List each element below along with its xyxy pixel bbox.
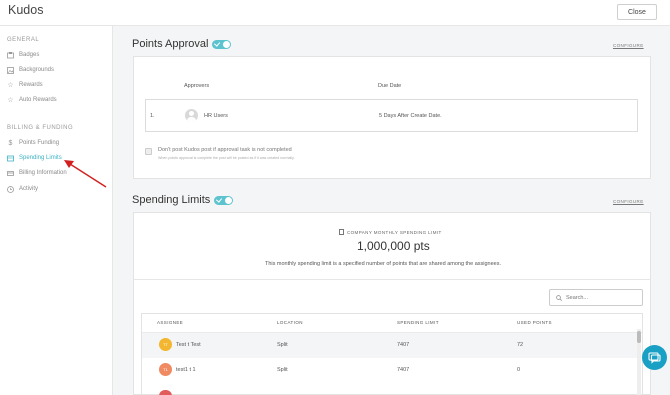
spending-limit-column-header[interactable]: SPENDING LIMIT: [397, 320, 439, 325]
spending-limits-header: Spending Limits: [132, 194, 234, 206]
spending-limits-toggle[interactable]: [214, 195, 234, 205]
clock-icon: [7, 185, 14, 193]
company-limit-label: COMPANY MONTHLY SPENDING LIMIT: [339, 229, 442, 235]
sidebar-item-spending-limits[interactable]: Spending Limits: [7, 152, 62, 164]
avatar: [159, 390, 172, 395]
chat-icon: [648, 351, 661, 364]
app-title: Kudos: [8, 3, 44, 17]
table-row[interactable]: TT Test t Test Split 7407 72: [142, 333, 638, 358]
sidebar-item-rewards[interactable]: ☆ Rewards: [7, 79, 43, 91]
sidebar: GENERAL Badges Backgrounds ☆ Rewards ☆ A…: [0, 26, 113, 395]
section-title: Spending Limits: [132, 194, 211, 206]
limit-description: This monthly spending limit is a specifi…: [265, 261, 502, 267]
used-points-column-header[interactable]: USED POINTS: [517, 320, 552, 325]
sidebar-item-label: Backgrounds: [19, 67, 55, 73]
assignee-spending-limit: 7407: [397, 342, 410, 348]
sidebar-item-activity[interactable]: Activity: [7, 183, 38, 195]
top-bar: Kudos Close: [0, 0, 670, 26]
chat-button[interactable]: [642, 345, 667, 370]
sidebar-item-label: Billing Information: [19, 170, 67, 176]
avatar: [185, 109, 198, 122]
row-index: 1.: [150, 113, 155, 119]
assignee-location: Split: [277, 342, 288, 348]
checkbox-help-text: When points approval is complete the pos…: [158, 156, 295, 160]
spending-limits-configure-link[interactable]: CONFIGURE: [613, 199, 644, 204]
image-icon: [7, 66, 14, 74]
star-icon: ☆: [7, 82, 14, 89]
sidebar-item-backgrounds[interactable]: Backgrounds: [7, 64, 54, 76]
assignee-name: test1 t 1: [176, 367, 196, 373]
approvers-column-header: Approvers: [184, 83, 210, 89]
table-row[interactable]: T1 test1 t 1 Split 7407 0: [142, 358, 638, 383]
close-button[interactable]: Close: [617, 4, 657, 20]
sidebar-item-badges[interactable]: Badges: [7, 49, 39, 61]
sidebar-item-label: Badges: [19, 52, 40, 58]
table-header-row: ASSIGNEE LOCATION SPENDING LIMIT USED PO…: [142, 314, 642, 333]
card-icon: [7, 170, 14, 177]
sidebar-item-billing-information[interactable]: Billing Information: [7, 167, 67, 179]
section-title: Points Approval: [132, 38, 209, 50]
approver-due-date: 5 Days After Create Date.: [379, 113, 442, 119]
points-approval-header: Points Approval: [132, 38, 232, 50]
location-column-header[interactable]: LOCATION: [277, 320, 303, 325]
sidebar-item-label: Activity: [19, 186, 39, 192]
sidebar-item-label: Points Funding: [19, 140, 60, 146]
sidebar-section-general: GENERAL: [7, 37, 40, 43]
sidebar-item-label: Rewards: [19, 82, 43, 88]
assignee-name: Test t Test: [176, 342, 201, 348]
assignee-column-header[interactable]: ASSIGNEE: [157, 320, 183, 325]
points-approval-configure-link[interactable]: CONFIGURE: [613, 43, 644, 48]
document-icon: [339, 229, 344, 235]
dont-post-checkbox[interactable]: [145, 148, 152, 155]
sidebar-item-label: Spending Limits: [19, 155, 62, 161]
sidebar-item-label: Auto Rewards: [19, 97, 57, 103]
sidebar-item-auto-rewards[interactable]: ☆ Auto Rewards: [7, 94, 57, 106]
dollar-icon: $: [8, 139, 13, 147]
avatar: T1: [159, 363, 172, 376]
assignee-location: Split: [277, 367, 288, 373]
assignee-search[interactable]: [549, 289, 643, 306]
divider: [134, 279, 650, 280]
search-icon: [556, 294, 562, 301]
table-scrollbar-thumb[interactable]: [637, 331, 641, 343]
check-icon: [214, 39, 221, 47]
search-input[interactable]: [566, 294, 636, 301]
company-limit-value: 1,000,000 pts: [357, 239, 430, 253]
points-approval-toggle[interactable]: [212, 39, 232, 49]
avatar: TT: [159, 338, 172, 351]
approver-name: HR Users: [204, 113, 228, 119]
star-outline-icon: ☆: [7, 97, 14, 104]
assignee-used-points: 0: [517, 367, 521, 373]
sidebar-item-points-funding[interactable]: $ Points Funding: [7, 137, 59, 149]
sidebar-section-billing: BILLING & FUNDING: [7, 125, 74, 131]
due-date-column-header: Due Date: [378, 83, 402, 89]
check-icon: [216, 195, 223, 203]
assignee-spending-limit: 7407: [397, 367, 410, 373]
checkbox-label: Don't post Kudos post if approval task i…: [158, 147, 292, 153]
assignees-table: ASSIGNEE LOCATION SPENDING LIMIT USED PO…: [141, 313, 643, 395]
badge-icon: [7, 51, 14, 59]
limit-label-text: COMPANY MONTHLY SPENDING LIMIT: [347, 229, 442, 235]
wallet-icon: [7, 155, 14, 162]
assignee-used-points: 72: [517, 342, 524, 348]
